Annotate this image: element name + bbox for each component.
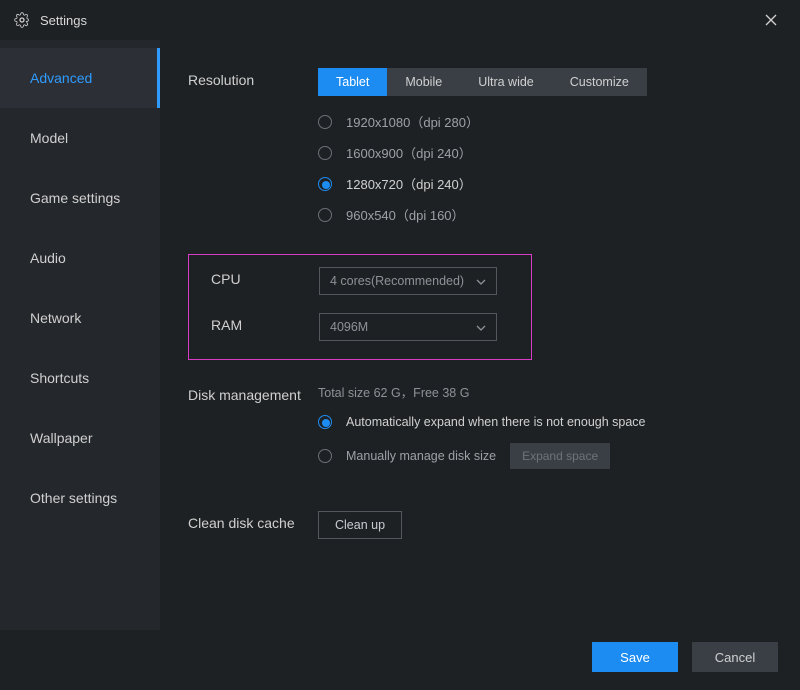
sidebar-item-other-settings[interactable]: Other settings bbox=[0, 468, 160, 528]
resolution-label: Resolution bbox=[188, 68, 318, 236]
clean-row: Clean disk cache Clean up bbox=[188, 511, 772, 539]
resolution-option[interactable]: 1280x720（dpi 240） bbox=[318, 174, 772, 193]
sidebar: Advanced Model Game settings Audio Network Sh… bbox=[0, 40, 160, 630]
ram-select[interactable]: 4096M bbox=[319, 313, 497, 341]
sidebar-item-advanced[interactable]: Advanced bbox=[0, 48, 160, 108]
sidebar-item-wallpaper[interactable]: Wallpaper bbox=[0, 408, 160, 468]
resolution-row: Resolution TabletMobileUltra wideCustomi… bbox=[188, 68, 772, 236]
disk-auto-radio[interactable]: Automatically expand when there is not e… bbox=[318, 415, 772, 429]
cpu-label: CPU bbox=[189, 267, 319, 295]
ram-select-value: 4096M bbox=[330, 320, 368, 334]
resolution-tabs: TabletMobileUltra wideCustomize bbox=[318, 68, 647, 96]
radio-icon bbox=[318, 115, 332, 129]
ram-label: RAM bbox=[189, 313, 319, 341]
titlebar: Settings bbox=[0, 0, 800, 40]
sidebar-item-label: Other settings bbox=[30, 490, 117, 506]
radio-icon bbox=[318, 449, 332, 463]
cpu-select[interactable]: 4 cores(Recommended) bbox=[319, 267, 497, 295]
sidebar-item-shortcuts[interactable]: Shortcuts bbox=[0, 348, 160, 408]
resolution-option-label: 1280x720（dpi 240） bbox=[346, 174, 472, 193]
close-icon bbox=[765, 14, 777, 26]
sidebar-item-label: Network bbox=[30, 310, 81, 326]
resolution-option-label: 1600x900（dpi 240） bbox=[346, 143, 472, 162]
sidebar-item-network[interactable]: Network bbox=[0, 288, 160, 348]
disk-row: Disk management Total size 62 G，Free 38 … bbox=[188, 382, 772, 483]
expand-space-button[interactable]: Expand space bbox=[510, 443, 610, 469]
tab-mobile[interactable]: Mobile bbox=[387, 68, 460, 96]
clean-label: Clean disk cache bbox=[188, 511, 318, 539]
cancel-button[interactable]: Cancel bbox=[692, 642, 778, 672]
chevron-down-icon bbox=[476, 320, 486, 334]
content-panel: Resolution TabletMobileUltra wideCustomi… bbox=[160, 40, 800, 630]
radio-icon bbox=[318, 415, 332, 429]
sidebar-item-label: Advanced bbox=[30, 70, 92, 86]
sidebar-item-label: Wallpaper bbox=[30, 430, 93, 446]
tab-ultra-wide[interactable]: Ultra wide bbox=[460, 68, 552, 96]
disk-manual-label: Manually manage disk size bbox=[346, 449, 496, 463]
footer: Save Cancel bbox=[592, 642, 778, 672]
sidebar-item-audio[interactable]: Audio bbox=[0, 228, 160, 288]
sidebar-item-model[interactable]: Model bbox=[0, 108, 160, 168]
clean-up-button[interactable]: Clean up bbox=[318, 511, 402, 539]
tab-customize[interactable]: Customize bbox=[552, 68, 647, 96]
save-button[interactable]: Save bbox=[592, 642, 678, 672]
sidebar-item-label: Game settings bbox=[30, 190, 120, 206]
radio-icon bbox=[318, 177, 332, 191]
close-button[interactable] bbox=[756, 5, 786, 35]
disk-info: Total size 62 G，Free 38 G bbox=[318, 382, 772, 401]
window-title: Settings bbox=[40, 13, 756, 28]
disk-auto-label: Automatically expand when there is not e… bbox=[346, 415, 646, 429]
highlight-box: CPU 4 cores(Recommended) RAM bbox=[188, 254, 532, 360]
resolution-option[interactable]: 960x540（dpi 160） bbox=[318, 205, 772, 224]
sidebar-item-label: Audio bbox=[30, 250, 66, 266]
settings-icon bbox=[14, 12, 30, 28]
disk-label: Disk management bbox=[188, 382, 318, 483]
chevron-down-icon bbox=[476, 274, 486, 288]
sidebar-item-label: Shortcuts bbox=[30, 370, 89, 386]
resolution-option[interactable]: 1600x900（dpi 240） bbox=[318, 143, 772, 162]
tab-tablet[interactable]: Tablet bbox=[318, 68, 387, 96]
sidebar-item-label: Model bbox=[30, 130, 68, 146]
sidebar-item-game-settings[interactable]: Game settings bbox=[0, 168, 160, 228]
cpu-select-value: 4 cores(Recommended) bbox=[330, 274, 464, 288]
resolution-option-label: 960x540（dpi 160） bbox=[346, 205, 465, 224]
radio-icon bbox=[318, 208, 332, 222]
resolution-option[interactable]: 1920x1080（dpi 280） bbox=[318, 112, 772, 131]
resolution-option-label: 1920x1080（dpi 280） bbox=[346, 112, 479, 131]
disk-manual-radio[interactable]: Manually manage disk size Expand space bbox=[318, 443, 772, 469]
radio-icon bbox=[318, 146, 332, 160]
